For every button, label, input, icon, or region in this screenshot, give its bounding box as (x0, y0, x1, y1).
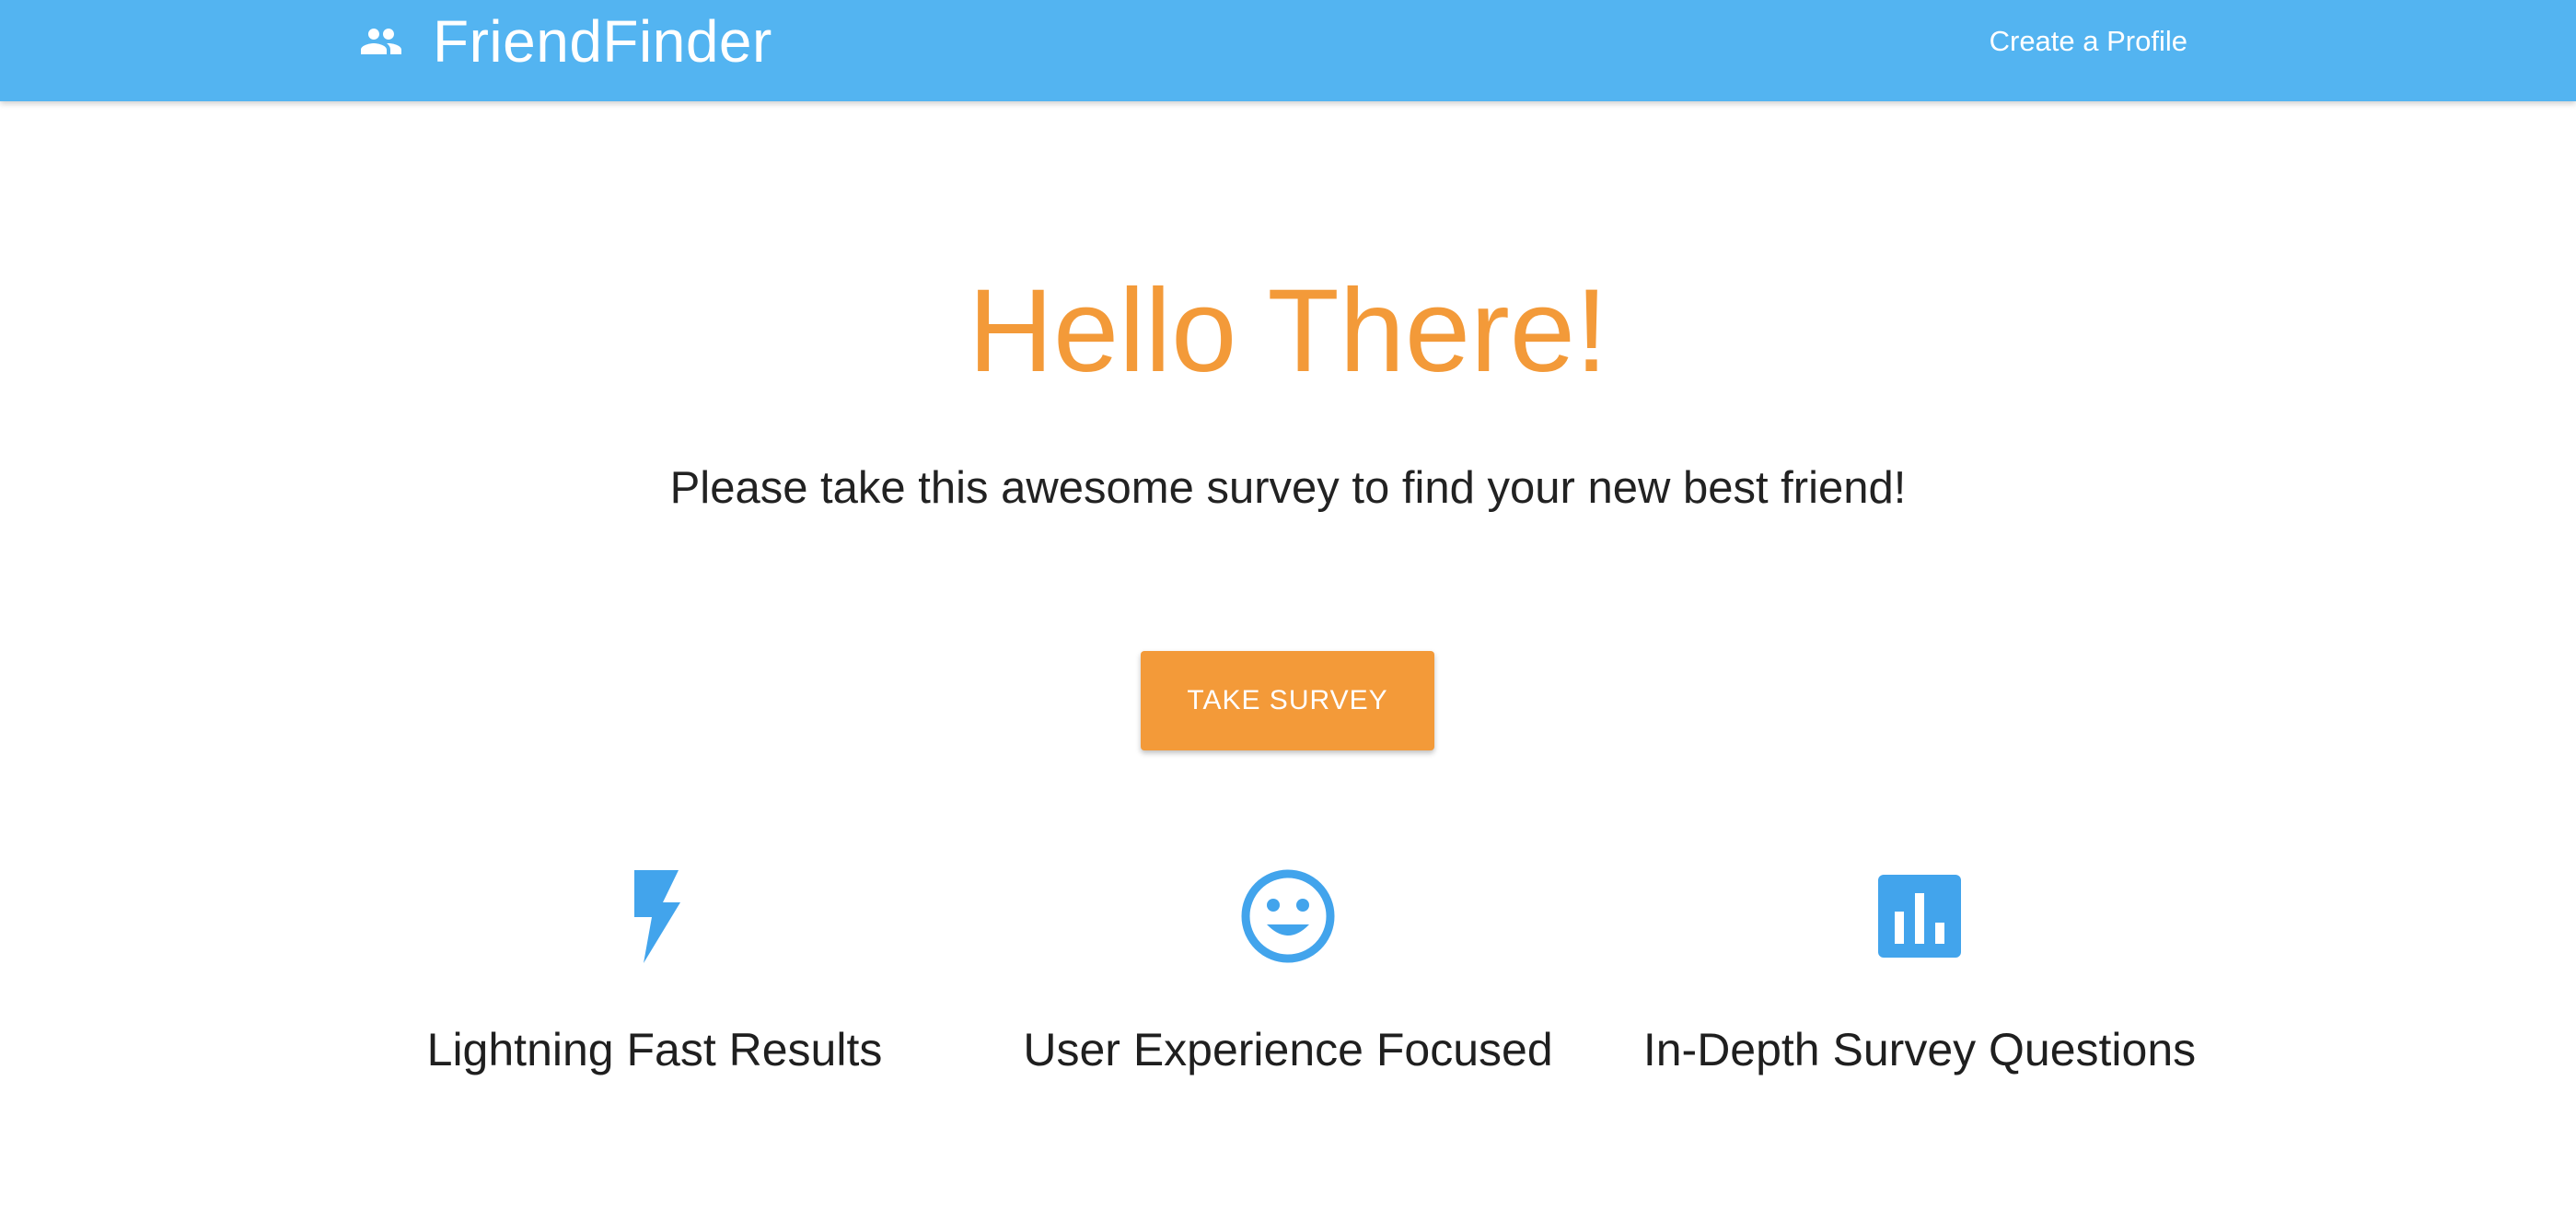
smiley-face-icon (1241, 869, 1335, 963)
lightning-icon (634, 870, 680, 963)
page-title: Hello There! (968, 265, 1608, 397)
brand-logo-link[interactable]: FriendFinder (359, 0, 772, 83)
take-survey-button[interactable]: TAKE SURVEY (1141, 651, 1434, 750)
feature-survey-questions: In-Depth Survey Questions (1597, 866, 2242, 1077)
create-profile-link[interactable]: Create a Profile (1990, 0, 2187, 83)
feature-lightning-fast: Lightning Fast Results (332, 866, 977, 1077)
page-subtitle: Please take this awesome survey to find … (669, 463, 1907, 513)
feature-label: In-Depth Survey Questions (1642, 1024, 2197, 1075)
navbar: FriendFinder Create a Profile (0, 0, 2576, 101)
people-icon (361, 29, 401, 54)
feature-label: User Experience Focused (1023, 1024, 1553, 1075)
feature-label: Lightning Fast Results (426, 1024, 883, 1075)
brand-name: FriendFinder (433, 8, 772, 75)
bar-chart-icon (1878, 875, 1961, 958)
feature-user-experience: User Experience Focused (966, 866, 1610, 1077)
